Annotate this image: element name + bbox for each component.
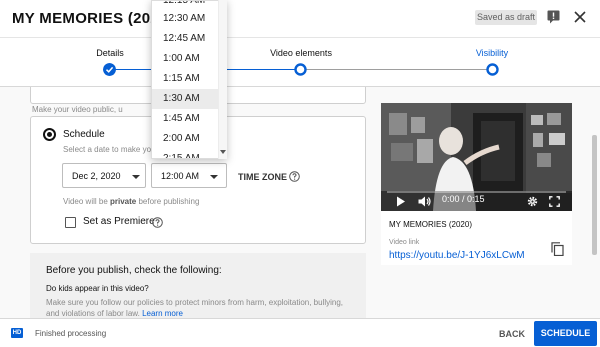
time-option[interactable]: 1:00 AM <box>152 49 218 69</box>
time-option[interactable]: 2:15 AM <box>152 149 218 158</box>
video-progress-track[interactable] <box>387 191 566 193</box>
step-details-check-icon[interactable] <box>103 63 116 76</box>
schedule-radio[interactable] <box>43 128 56 141</box>
private-before-publishing-note: Video will be private before publishing <box>63 197 199 206</box>
checklist-question: Do kids appear in this video? <box>46 284 149 293</box>
checklist-title: Before you publish, check the following: <box>46 265 222 276</box>
step-visibility-dot-icon[interactable] <box>486 63 499 76</box>
visibility-content: Make your video public, u Schedule Selec… <box>0 87 600 318</box>
fullscreen-icon[interactable] <box>549 196 560 207</box>
processing-status: Finished processing <box>35 329 107 338</box>
premiere-label: Set as Premiere <box>83 216 155 227</box>
step-details-label[interactable]: Details <box>96 48 124 58</box>
schedule-label: Schedule <box>63 129 105 140</box>
volume-icon[interactable] <box>418 196 432 207</box>
help-icon[interactable] <box>289 171 300 182</box>
schedule-hint: Select a date to make yo <box>63 145 152 154</box>
time-select[interactable]: 12:00 AM <box>151 163 227 188</box>
time-option[interactable]: 1:15 AM <box>152 69 218 89</box>
time-option-highlighted[interactable]: 1:30 AM <box>152 89 218 109</box>
chevron-down-icon <box>210 175 218 179</box>
timezone-label[interactable]: TIME ZONE <box>238 172 287 182</box>
schedule-button[interactable]: SCHEDULE <box>534 321 597 346</box>
dropdown-scrollbar[interactable] <box>218 0 227 159</box>
content-scrollbar[interactable] <box>592 135 597 255</box>
close-icon[interactable] <box>574 11 586 23</box>
time-dropdown-menu: 12:15 AM 12:30 AM 12:45 AM 1:00 AM 1:15 … <box>151 0 227 159</box>
step-visibility-label[interactable]: Visibility <box>476 48 508 58</box>
learn-more-link[interactable]: Learn more <box>142 309 183 318</box>
video-link-label: Video link <box>389 239 420 246</box>
time-option[interactable]: 12:45 AM <box>152 29 218 49</box>
stepper-line-2 <box>300 69 492 70</box>
date-select[interactable]: Dec 2, 2020 <box>62 163 146 188</box>
scroll-down-arrow-icon[interactable] <box>220 150 226 154</box>
time-option[interactable]: 1:45 AM <box>152 109 218 129</box>
date-value: Dec 2, 2020 <box>72 171 121 181</box>
settings-gear-icon[interactable] <box>527 196 538 207</box>
time-value: 12:00 AM <box>161 171 200 181</box>
note-emphasis: private <box>110 197 137 206</box>
hd-icon: HD <box>11 328 23 338</box>
flag-icon[interactable] <box>547 10 560 24</box>
premiere-checkbox[interactable] <box>65 217 76 228</box>
time-option[interactable]: 2:00 AM <box>152 129 218 149</box>
checklist-body: Make sure you follow our policies to pro… <box>46 297 346 318</box>
save-or-publish-hint: Make your video public, u <box>32 105 123 114</box>
play-icon[interactable] <box>396 196 406 207</box>
video-time: 0:00 / 0:15 <box>442 194 485 204</box>
step-video-elements-label[interactable]: Video elements <box>270 48 332 58</box>
video-title: MY MEMORIES (2020) <box>389 220 472 229</box>
chevron-down-icon <box>132 175 140 179</box>
back-button[interactable]: BACK <box>493 322 531 346</box>
checklist-body-text: Make sure you follow our policies to pro… <box>46 298 344 318</box>
saved-as-draft-badge: Saved as draft <box>475 10 537 25</box>
step-video-elements-dot-icon[interactable] <box>294 63 307 76</box>
help-icon[interactable] <box>152 217 163 228</box>
note-prefix: Video will be <box>63 197 110 206</box>
time-option[interactable]: 12:30 AM <box>152 9 218 29</box>
note-suffix: before publishing <box>136 197 200 206</box>
dialog-title: MY MEMORIES (2020) <box>12 10 173 27</box>
video-link[interactable]: https://youtu.be/J-1YJ6xLCwM <box>389 250 525 261</box>
upload-stepper <box>0 37 600 87</box>
copy-icon[interactable] <box>551 242 564 256</box>
